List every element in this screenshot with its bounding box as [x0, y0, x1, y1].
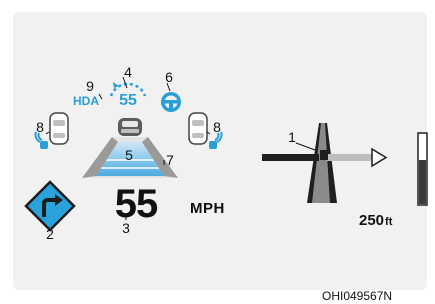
figure-code: OHI049567N — [322, 289, 393, 303]
callout-8-right: 8 — [213, 119, 221, 135]
callout-3: 3 — [122, 220, 130, 236]
callout-2: 2 — [46, 226, 54, 242]
current-speed: 55 — [114, 182, 159, 226]
callout-6: 6 — [165, 69, 173, 85]
lead-vehicle-icon — [118, 118, 142, 136]
set-speed-value: 55 — [119, 92, 137, 109]
turn-distance: 250ft — [359, 212, 392, 229]
turn-distance-unit: ft — [385, 216, 393, 228]
steering-wheel-icon — [161, 92, 181, 112]
distance-bar-icon — [417, 132, 428, 206]
hda-indicator: HDA — [73, 94, 99, 108]
callout-9: 9 — [86, 78, 94, 94]
turn-distance-value: 250 — [359, 212, 385, 229]
callout-1: 1 — [288, 129, 296, 145]
callout-5: 5 — [125, 147, 133, 163]
callout-7: 7 — [166, 152, 174, 168]
cluster-graphics — [24, 76, 428, 232]
callout-4: 4 — [124, 64, 132, 80]
right-turn-sign-icon — [24, 180, 76, 232]
callout-8-left: 8 — [36, 119, 44, 135]
intersection-guidance-icon — [262, 123, 388, 203]
speed-unit: MPH — [190, 200, 225, 217]
